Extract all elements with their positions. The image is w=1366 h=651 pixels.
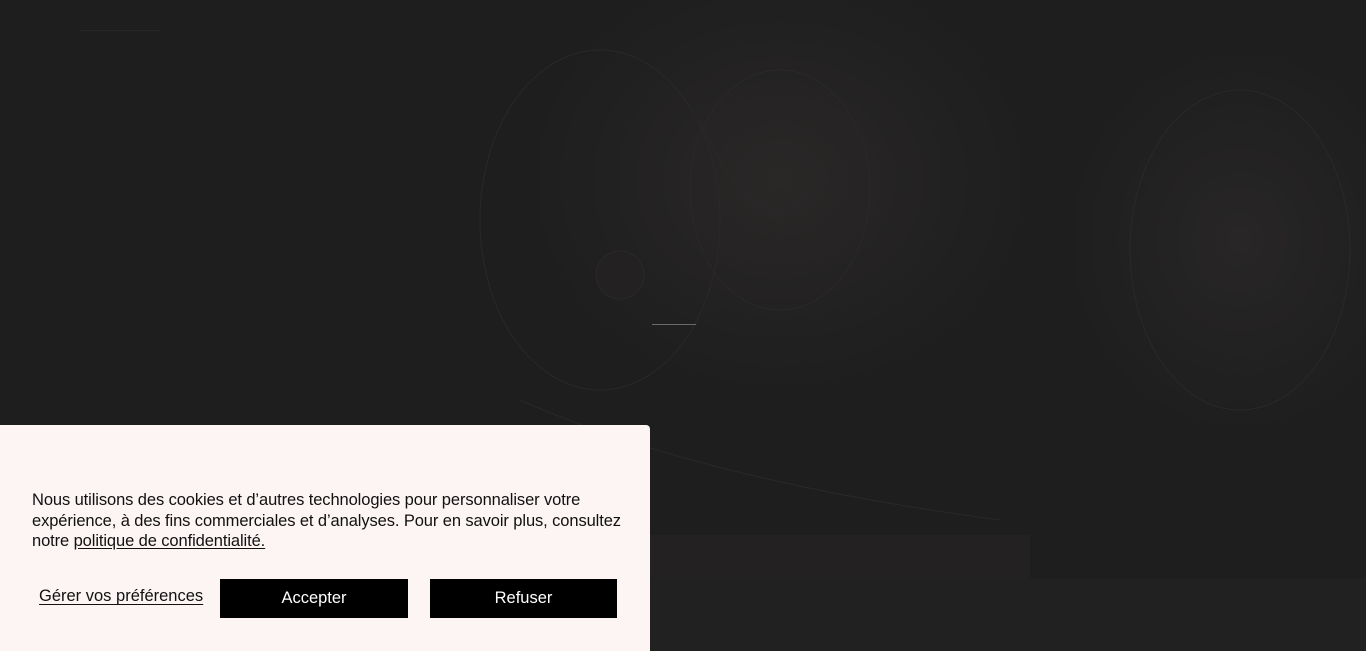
- header-logo[interactable]: [80, 30, 160, 49]
- cookie-message: Nous utilisons des cookies et d’autres t…: [32, 490, 622, 552]
- manage-preferences-link[interactable]: Gérer vos préférences: [39, 587, 203, 606]
- page: Nous utilisons des cookies et d’autres t…: [0, 0, 1366, 651]
- refuse-button[interactable]: Refuser: [430, 579, 617, 618]
- accept-button[interactable]: Accepter: [220, 579, 408, 618]
- slider-indicator[interactable]: [652, 324, 696, 325]
- privacy-policy-link[interactable]: politique de confidentialité.: [74, 532, 266, 550]
- cookie-banner: Nous utilisons des cookies et d’autres t…: [0, 425, 650, 651]
